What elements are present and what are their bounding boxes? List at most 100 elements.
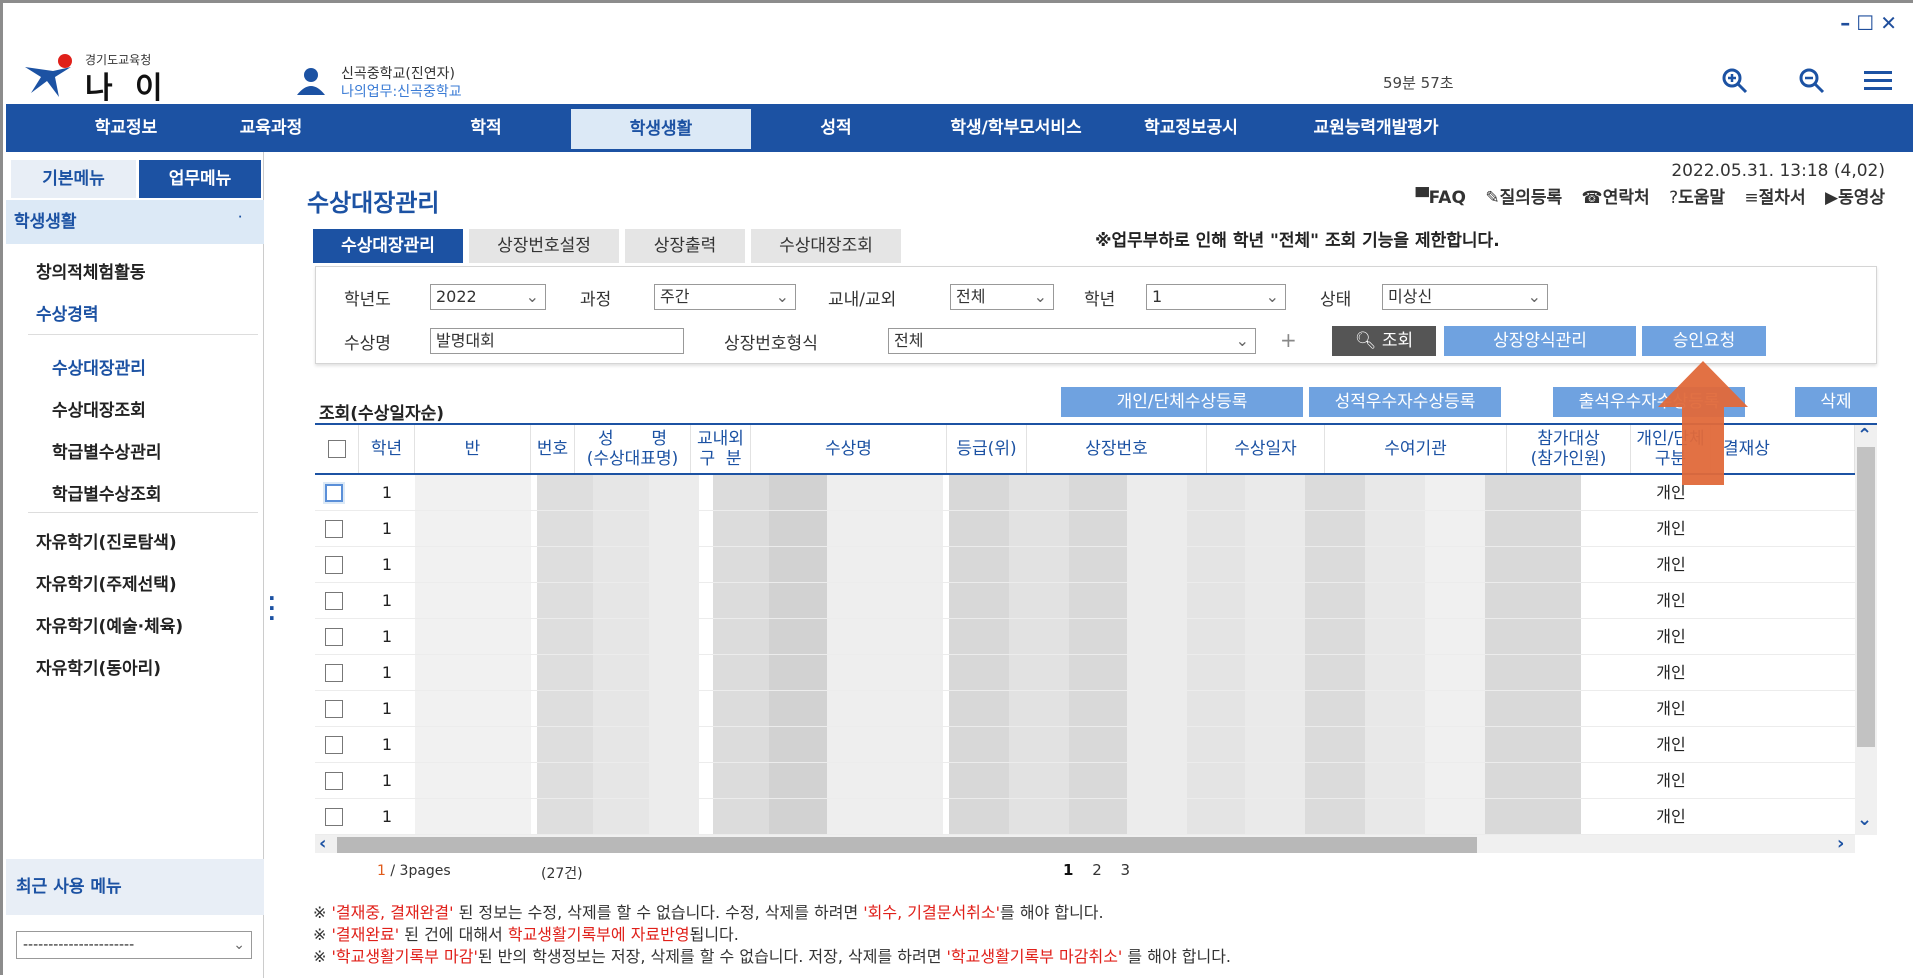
grade-select[interactable]: 1 ⌄ [1146,284,1286,310]
col-rank[interactable]: 등급(위) [947,425,1027,473]
status-select[interactable]: 미상신 ⌄ [1382,284,1548,310]
sidebar-item-free-semester-career[interactable]: 자유학기(진로탐색) [36,528,177,553]
select-all-checkbox[interactable] [327,440,346,458]
table-row[interactable]: 1 개인 [315,763,1855,799]
nav-curriculum[interactable]: 교육과정 [216,104,326,152]
sidebar-item-award-ledger-manage[interactable]: 수상대장관리 [52,354,146,379]
sidebar-item-class-award-manage[interactable]: 학급별수상관리 [52,438,161,463]
col-cert-number[interactable]: 상장번호 [1027,425,1207,473]
row-checkbox[interactable] [325,628,343,646]
tab-award-ledger-view[interactable]: 수상대장조회 [751,229,901,263]
chevron-right-icon[interactable]: › [1837,833,1844,853]
procedure-link[interactable]: ≡절차서 [1744,188,1805,208]
row-checkbox[interactable] [325,700,343,718]
col-award-date[interactable]: 수상일자 [1207,425,1325,473]
video-link[interactable]: ▶동영상 [1825,188,1885,208]
nav-grades[interactable]: 성적 [776,104,896,152]
tab-work-menu[interactable]: 업무메뉴 [139,160,261,198]
approval-request-button[interactable]: 승인요청 [1642,326,1766,356]
search-button[interactable]: 🔍︎ 조회 [1332,326,1436,356]
chevron-down-icon[interactable]: ⌄ [1857,809,1872,830]
nav-teacher-eval[interactable]: 교원능력개발평가 [1286,104,1466,152]
user-work[interactable]: 나의업무:신곡중학교 [341,81,462,101]
sidebar-item-free-semester-club[interactable]: 자유학기(동아리) [36,654,161,679]
col-in-out[interactable]: 교내외 구 분 [691,425,751,473]
sidebar-item-creative-activity[interactable]: 창의적체험활동 [36,258,145,283]
zoom-in-icon[interactable] [1721,67,1749,101]
table-row[interactable]: 1 개인 [315,799,1855,835]
contact-link[interactable]: ☎연락처 [1582,188,1650,208]
sidebar-item-free-semester-arts[interactable]: 자유학기(예술·체육) [36,612,183,637]
row-checkbox[interactable] [325,556,343,574]
menu-icon[interactable] [1863,67,1893,101]
sidebar-group-student-life[interactable]: 학생생활 · [6,200,264,244]
help-link[interactable]: ?도움말 [1669,188,1725,208]
award-name-input[interactable]: 발명대회 [430,328,684,354]
certificate-form-button[interactable]: 상장양식관리 [1444,326,1636,356]
sidebar-splitter-handle[interactable]: · · · [268,588,276,628]
cert-format-select[interactable]: 전체 ⌄ [888,328,1256,354]
zoom-out-icon[interactable] [1798,67,1826,101]
chevron-left-icon[interactable]: ‹ [319,833,326,853]
sidebar-item-class-award-view[interactable]: 학급별수상조회 [52,480,161,505]
table-row[interactable]: 1 개인 [315,583,1855,619]
horizontal-scrollbar[interactable]: ‹ › [315,833,1855,853]
scroll-thumb[interactable] [1857,447,1875,747]
row-checkbox[interactable] [325,484,343,502]
tab-certificate-print[interactable]: 상장출력 [625,229,745,263]
register-individual-group-button[interactable]: 개인/단체수상등록 [1061,387,1303,417]
maximize-icon[interactable]: ☐ [1856,11,1880,35]
year-select[interactable]: 2022 ⌄ [430,284,546,310]
chevron-up-icon[interactable]: ⌃ [1857,425,1872,446]
col-number[interactable]: 번호 [531,425,575,473]
row-checkbox[interactable] [325,664,343,682]
col-name[interactable]: 성 명 (수상대표명) [575,425,691,473]
table-row[interactable]: 1 개인 [315,655,1855,691]
sidebar-item-award-ledger-view[interactable]: 수상대장조회 [52,396,146,421]
col-award-name[interactable]: 수상명 [751,425,947,473]
row-checkbox[interactable] [325,772,343,790]
col-class[interactable]: 반 [415,425,531,473]
nav-school-info[interactable]: 학교정보 [26,104,226,152]
close-icon[interactable]: ✕ [1880,11,1903,35]
course-select[interactable]: 주간 ⌄ [654,284,796,310]
tab-basic-menu[interactable]: 기본메뉴 [11,160,136,198]
row-checkbox[interactable] [325,520,343,538]
scroll-thumb[interactable] [337,837,1477,853]
row-checkbox[interactable] [325,592,343,610]
recent-menu-select[interactable]: ---------------------- ⌄ [16,931,252,959]
tab-award-ledger-manage[interactable]: 수상대장관리 [313,229,463,263]
row-checkbox[interactable] [325,736,343,754]
minimize-icon[interactable]: – [1840,11,1856,35]
page-2[interactable]: 2 [1092,861,1102,879]
nav-student-life[interactable]: 학생생활 [571,109,751,149]
inout-select[interactable]: 전체 ⌄ [950,284,1054,310]
chevron-down-icon: ⌄ [1527,287,1541,306]
nav-student-record[interactable]: 학적 [416,104,556,152]
table-row[interactable]: 1 개인 [315,547,1855,583]
col-participants[interactable]: 참가대상 (참가인원) [1507,425,1631,473]
table-row[interactable]: 1 개인 [315,727,1855,763]
delete-button[interactable]: 삭제 [1795,387,1877,417]
col-issuer[interactable]: 수여기관 [1325,425,1507,473]
page-3[interactable]: 3 [1121,861,1131,879]
nav-school-disclosure[interactable]: 학교정보공시 [1121,104,1261,152]
vertical-scrollbar[interactable]: ⌃ ⌄ [1855,425,1877,835]
table-row[interactable]: 1 개인 [315,475,1855,511]
table-row[interactable]: 1 개인 [315,691,1855,727]
table-row[interactable]: 1 개인 [315,511,1855,547]
plus-icon[interactable]: + [1280,328,1297,352]
inquiry-link[interactable]: ✎질의등록 [1485,188,1562,208]
nav-parent-service[interactable]: 학생/학부모서비스 [926,104,1106,152]
tab-certificate-number[interactable]: 상장번호설정 [469,229,619,263]
register-grade-excellence-button[interactable]: 성적우수자수상등록 [1309,387,1501,417]
user-icon [297,68,325,95]
col-grade[interactable]: 학년 [359,425,415,473]
table-row[interactable]: 1 개인 [315,619,1855,655]
faq-link[interactable]: ▀FAQ [1416,188,1466,208]
row-checkbox[interactable] [325,808,343,826]
sidebar-item-awards[interactable]: 수상경력 [36,300,99,325]
page-1[interactable]: 1 [1063,861,1073,879]
sidebar-item-free-semester-topic[interactable]: 자유학기(주제선택) [36,570,177,595]
logo[interactable]: 경기도교육청 나 이 스 [23,51,203,150]
